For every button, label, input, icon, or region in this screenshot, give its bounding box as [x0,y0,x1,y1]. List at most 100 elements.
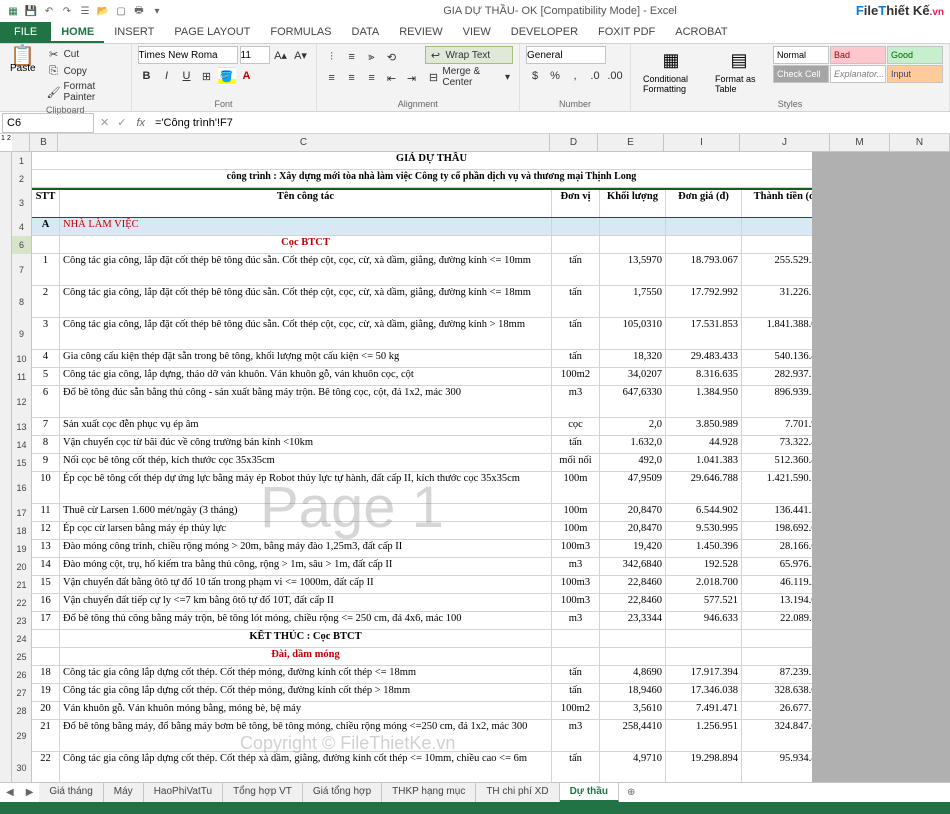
cell[interactable] [600,630,666,647]
cell[interactable]: tấn [552,254,600,285]
merge-center-button[interactable]: ⊟Merge & Center ▾ [425,65,513,89]
row-header[interactable]: 25 [12,648,32,666]
underline-icon[interactable]: U [178,67,196,85]
name-box[interactable]: C6 [2,113,94,133]
print-icon[interactable]: 🖶 [132,4,146,18]
decrease-font-icon[interactable]: A▾ [292,46,310,64]
cell[interactable]: 8.316.635 [666,368,742,385]
cell[interactable]: 4,8690 [600,666,666,683]
cell[interactable]: Ép cọc cừ larsen bằng máy ép thủy lực [60,522,552,539]
currency-icon[interactable]: $ [526,67,544,85]
cell[interactable]: 22,8460 [600,594,666,611]
cell[interactable]: 17.531.853 [666,318,742,349]
cell[interactable]: Đào móng công trình, chiều rộng móng > 2… [60,540,552,557]
row-header[interactable]: 4 [12,218,32,236]
font-size-combo[interactable] [240,46,270,64]
cell[interactable]: 9 [32,454,60,471]
outline-controls[interactable]: 12 [0,134,12,152]
cell[interactable]: Vận chuyển cọc từ bãi đúc về công trường… [60,436,552,453]
tab-acrobat[interactable]: ACROBAT [665,22,737,43]
cell[interactable] [32,648,60,665]
comma-icon[interactable]: , [566,67,584,85]
tab-nav-next-icon[interactable]: ▶ [20,787,40,798]
style-bad[interactable]: Bad [830,46,886,64]
row-header[interactable]: 21 [12,576,32,594]
align-left-icon[interactable]: ≡ [323,69,341,87]
cell[interactable] [552,236,600,253]
row-header[interactable]: 15 [12,454,32,472]
cell[interactable] [666,630,742,647]
cell[interactable] [666,236,742,253]
style-input[interactable]: Input [887,65,943,83]
cell[interactable]: Đơn giá (đ) [666,190,742,217]
cell[interactable] [552,630,600,647]
cell[interactable]: 192.528 [666,558,742,575]
cell[interactable]: 3.850.989 [666,418,742,435]
tab-home[interactable]: HOME [51,22,104,43]
row-header[interactable]: 18 [12,522,32,540]
cell[interactable]: 342,6840 [600,558,666,575]
cell[interactable]: 18,320 [600,350,666,367]
cell[interactable]: 2,0 [600,418,666,435]
cell[interactable]: 18 [32,666,60,683]
undo-icon[interactable]: ↶ [42,4,56,18]
row-header[interactable]: 23 [12,612,32,630]
cell[interactable]: 258,4410 [600,720,666,751]
cell[interactable]: 29.483.433 [666,350,742,367]
cell[interactable]: m3 [552,558,600,575]
cell[interactable]: 9.530.995 [666,522,742,539]
add-sheet-icon[interactable]: ⊕ [619,787,643,798]
cell[interactable]: 7 [32,418,60,435]
wrap-text-button[interactable]: ↩Wrap Text [425,46,513,64]
cell[interactable]: Sản xuất cọc đễn phục vụ ép âm [60,418,552,435]
tab-file[interactable]: FILE [0,22,51,43]
paste-button[interactable]: 📋 Paste [6,46,40,76]
tab-developer[interactable]: DEVELOPER [501,22,588,43]
cell[interactable]: Công tác gia công lắp dựng cốt thép. Cốt… [60,684,552,701]
formula-input[interactable]: ='Công trình'!F7 [151,117,950,129]
cell[interactable]: Công tác gia công, lắp dựng, tháo dỡ ván… [60,368,552,385]
tab-review[interactable]: REVIEW [389,22,452,43]
cell[interactable]: 5 [32,368,60,385]
touch-icon[interactable]: ☰ [78,4,92,18]
cell[interactable]: tấn [552,752,600,783]
cell[interactable]: 18,9460 [600,684,666,701]
col-header-J[interactable]: J [740,134,830,151]
cell[interactable]: 100m [552,504,600,521]
indent-dec-icon[interactable]: ⇤ [383,69,401,87]
cell[interactable]: Đổ bê tông bằng máy, đổ bằng máy bơm bê … [60,720,552,751]
cell[interactable]: mối nối [552,454,600,471]
row-header[interactable]: 10 [12,350,32,368]
cell[interactable]: 100m2 [552,702,600,719]
cell[interactable]: 100m [552,472,600,503]
cell[interactable]: Công tác gia công lắp dựng cốt thép. Cốt… [60,752,552,783]
cell[interactable]: Đơn vị [552,190,600,217]
cell[interactable]: Ép cọc bê tông cốt thép dự ứng lực bằng … [60,472,552,503]
cell[interactable]: 34,0207 [600,368,666,385]
cell[interactable]: 1.632,0 [600,436,666,453]
row-header[interactable]: 14 [12,436,32,454]
number-format-combo[interactable] [526,46,606,64]
align-center-icon[interactable]: ≡ [343,69,361,87]
cell[interactable]: 2 [32,286,60,317]
cell[interactable]: Công tác gia công, lắp đặt cốt thép bê t… [60,254,552,285]
cell[interactable]: NHÀ LÀM VIỆC [60,218,552,235]
col-header-C[interactable]: C [58,134,550,151]
row-header[interactable]: 12 [12,386,32,418]
cell[interactable]: 100m3 [552,540,600,557]
cell[interactable]: 18.793.067 [666,254,742,285]
cell[interactable] [600,648,666,665]
font-name-combo[interactable] [138,46,238,64]
cell[interactable]: 19 [32,684,60,701]
select-all-corner[interactable] [12,134,30,152]
increase-font-icon[interactable]: A▴ [272,46,290,64]
row-header[interactable]: 11 [12,368,32,386]
tab-insert[interactable]: INSERT [104,22,164,43]
cell[interactable]: 100m2 [552,368,600,385]
cell[interactable]: 100m3 [552,576,600,593]
row-headers[interactable]: 1234678910111213141516171819202122232425… [12,152,32,784]
tab-page-layout[interactable]: PAGE LAYOUT [164,22,260,43]
cell[interactable]: tấn [552,350,600,367]
cell[interactable]: 23,3344 [600,612,666,629]
tab-data[interactable]: DATA [342,22,390,43]
